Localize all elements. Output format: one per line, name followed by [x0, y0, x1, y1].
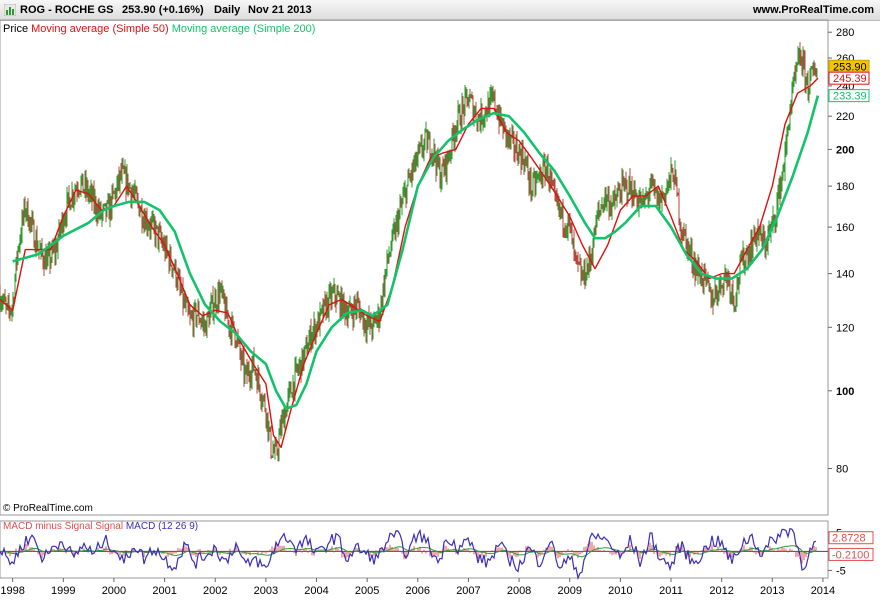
last-price-text: 253.90	[833, 61, 867, 73]
y-tick-label: 280	[836, 27, 854, 39]
sma200-line	[12, 95, 820, 410]
x-tick-label: 2005	[355, 585, 379, 597]
x-tick-label: 2012	[709, 585, 733, 597]
x-tick-label: 2010	[608, 585, 632, 597]
x-tick-label: 2013	[760, 585, 784, 597]
x-tick-label: 2000	[102, 585, 126, 597]
x-tick-label: 2011	[659, 585, 683, 597]
chart-canvas[interactable]: 801001201401601802002202402602801998 1999…	[0, 0, 880, 600]
last-sma50-text: 245.39	[833, 73, 867, 85]
x-tick-label: 2008	[507, 585, 531, 597]
y-tick-label: 100	[836, 386, 854, 398]
last-macd-hist-text: -0.2100	[832, 549, 869, 561]
x-tick-label: 2014	[811, 585, 835, 597]
x-tick-label: 2004	[304, 585, 328, 597]
x-tick-label: 1998	[0, 585, 24, 597]
x-tick-label: 2003	[254, 585, 278, 597]
y-tick-label: 120	[836, 322, 854, 334]
y-tick-label: 80	[836, 463, 848, 475]
y-tick-label: 220	[836, 111, 854, 123]
y-tick-label: 180	[836, 181, 854, 193]
x-tick-label: 2006	[406, 585, 430, 597]
x-tick-label: 1999	[51, 585, 75, 597]
y-tick-label: 160	[836, 222, 854, 234]
x-tick-label: 2007	[456, 585, 480, 597]
macd-y-tick-label: -5	[836, 565, 846, 577]
y-tick-label: 200	[836, 144, 854, 156]
last-macd-text: 2.8728	[832, 533, 866, 545]
x-tick-label: 2009	[557, 585, 581, 597]
last-sma200-text: 233.39	[833, 91, 867, 103]
x-tick-label: 2001	[152, 585, 176, 597]
y-tick-label: 140	[836, 269, 854, 281]
price-series	[0, 42, 818, 462]
x-tick-label: 2002	[203, 585, 227, 597]
